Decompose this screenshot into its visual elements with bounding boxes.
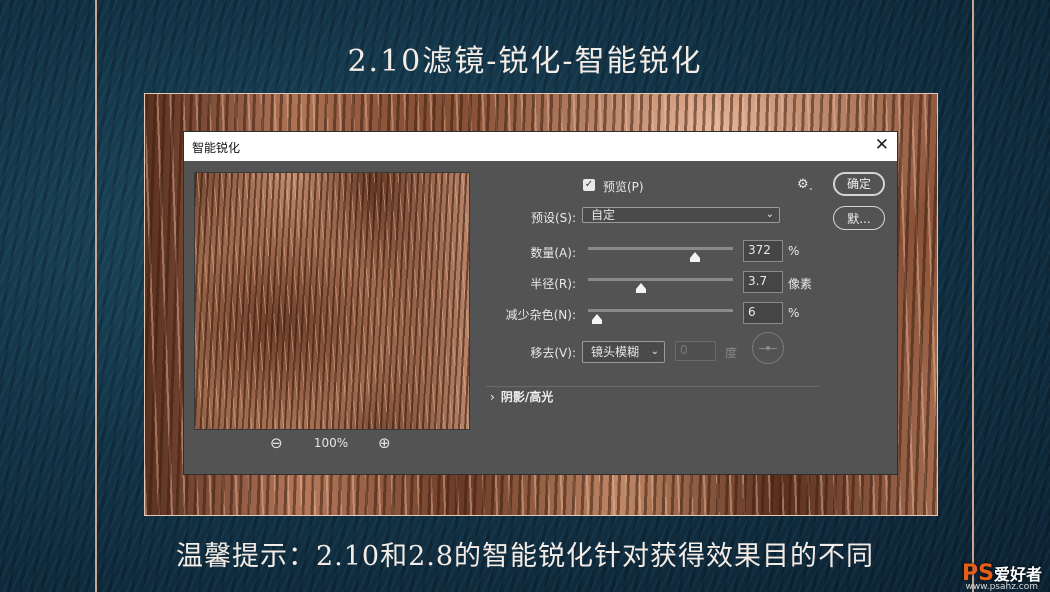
chevron-down-icon: ⌄: [765, 209, 774, 220]
radius-slider-thumb[interactable]: [636, 283, 646, 293]
tip-text: 温馨提示：2.10和2.8的智能锐化针对获得效果目的不同: [175, 541, 875, 572]
gear-icon[interactable]: ⚙˯: [797, 176, 813, 192]
amount-field[interactable]: 372: [743, 240, 783, 262]
zoom-in-icon[interactable]: ⊕: [378, 434, 391, 452]
amount-label: 数量(A):: [530, 246, 576, 260]
preset-value: 自定: [591, 208, 616, 222]
preview-checkbox[interactable]: ✓: [583, 179, 595, 191]
default-button[interactable]: 默...: [833, 206, 885, 230]
radius-unit: 像素: [788, 277, 813, 291]
left-frame-line: [95, 0, 97, 592]
amount-slider-track[interactable]: [588, 247, 733, 250]
radius-label: 半径(R):: [530, 277, 576, 291]
amount-slider-thumb[interactable]: [690, 252, 700, 262]
angle-field[interactable]: 0: [675, 341, 716, 361]
angle-unit: 度: [725, 346, 738, 360]
ok-button[interactable]: 确定: [833, 172, 885, 196]
amount-unit: %: [788, 244, 800, 258]
preview-image[interactable]: [194, 172, 470, 430]
remove-value: 镜头模糊: [591, 345, 640, 359]
smart-sharpen-dialog: 智能锐化 ✕ ⊖ 100% ⊕ ✓ 预览(P) ⚙˯ 预设(S): 自定 ⌄ 数…: [183, 131, 898, 475]
preset-select[interactable]: 自定 ⌄: [582, 207, 780, 223]
reduce-noise-field[interactable]: 6: [743, 302, 783, 324]
preview-label: 预览(P): [603, 180, 644, 194]
shadows-highlights-section[interactable]: › 阴影/高光: [490, 388, 553, 405]
watermark-url: www.psahz.com: [965, 582, 1038, 592]
section-divider: [486, 386, 819, 387]
chevron-down-icon: ⌄: [650, 346, 659, 357]
reduce-noise-slider-thumb[interactable]: [592, 314, 602, 324]
slide-title: 2.10滤镜-锐化-智能锐化: [347, 44, 703, 79]
remove-label: 移去(V):: [530, 346, 576, 360]
radius-field[interactable]: 3.7: [743, 271, 783, 293]
remove-select[interactable]: 镜头模糊 ⌄: [582, 341, 665, 363]
reduce-noise-label: 减少杂色(N):: [505, 308, 576, 322]
right-frame-line: [972, 0, 974, 592]
zoom-controls: ⊖ 100% ⊕: [194, 434, 468, 454]
preset-label: 预设(S):: [530, 211, 576, 225]
reduce-noise-slider-track[interactable]: [588, 309, 733, 312]
zoom-level: 100%: [313, 436, 349, 450]
radius-slider-track[interactable]: [588, 278, 733, 281]
close-icon[interactable]: ✕: [875, 136, 889, 154]
shadows-highlights-label: 阴影/高光: [500, 390, 554, 404]
dialog-titlebar: 智能锐化 ✕: [184, 132, 897, 161]
reduce-noise-unit: %: [788, 306, 800, 320]
dialog-title: 智能锐化: [192, 141, 241, 155]
angle-dial[interactable]: [752, 332, 784, 364]
chevron-right-icon: ›: [490, 390, 495, 404]
